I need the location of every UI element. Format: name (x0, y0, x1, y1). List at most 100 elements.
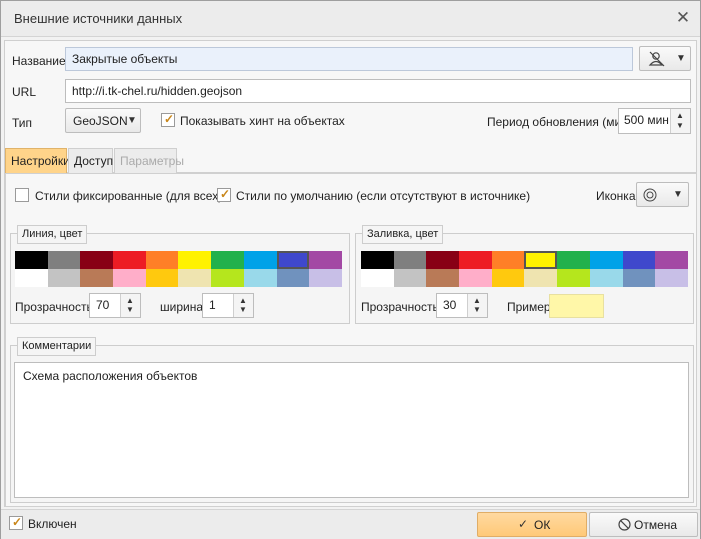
color-swatch[interactable] (145, 269, 179, 287)
color-swatch[interactable] (211, 251, 244, 269)
color-swatch[interactable] (459, 251, 492, 269)
arrow-up-icon[interactable]: ▲ (126, 297, 134, 305)
comments-title: Комментарии (17, 337, 97, 356)
user-slash-icon (648, 51, 665, 67)
color-swatch[interactable] (622, 269, 656, 287)
user-filter-button[interactable]: ▼ (639, 46, 691, 71)
type-select-value: GeoJSON (73, 114, 128, 128)
color-swatch[interactable] (178, 251, 212, 269)
name-input[interactable]: Закрытые объекты (65, 47, 633, 71)
check-icon: ✓ (12, 515, 23, 529)
color-swatch[interactable] (178, 269, 212, 287)
color-swatch[interactable] (145, 251, 179, 269)
check-icon: ✓ (220, 187, 231, 201)
color-swatch[interactable] (426, 251, 460, 269)
arrow-down-icon[interactable]: ▼ (676, 122, 684, 130)
color-swatch[interactable] (524, 269, 558, 287)
line-color-title: Линия, цвет (17, 225, 88, 244)
color-swatch[interactable] (211, 269, 244, 287)
enabled-label: Включен (28, 517, 77, 531)
tab-settings[interactable]: Настройки (5, 148, 70, 173)
color-swatch[interactable] (393, 251, 427, 269)
fill-opacity-stepper[interactable]: 30 ▲ ▼ (436, 293, 488, 318)
tab-access[interactable]: Доступ (68, 148, 113, 173)
title-bar[interactable]: Внешние источники данных ✕ (1, 1, 700, 37)
color-swatch[interactable] (655, 251, 688, 269)
comments-textarea[interactable]: Схема расположения объектов (14, 362, 689, 498)
arrow-down-icon[interactable]: ▼ (126, 306, 134, 314)
fill-opacity-spin[interactable]: ▲ ▼ (467, 294, 487, 317)
color-swatch[interactable] (491, 251, 525, 269)
arrow-up-icon[interactable]: ▲ (239, 297, 247, 305)
color-swatch[interactable] (361, 269, 394, 287)
fill-color-palette (361, 251, 688, 287)
line-color-palette (15, 251, 342, 287)
color-swatch[interactable] (361, 251, 394, 269)
color-swatch[interactable] (524, 251, 558, 269)
fill-color-title: Заливка, цвет (362, 225, 444, 244)
color-swatch[interactable] (243, 251, 277, 269)
color-swatch[interactable] (589, 269, 623, 287)
color-swatch[interactable] (113, 251, 146, 269)
color-swatch[interactable] (47, 251, 81, 269)
ok-button-label: ОК (534, 518, 551, 532)
arrow-down-icon[interactable]: ▼ (473, 306, 481, 314)
show-hint-checkbox[interactable]: ✓ (161, 112, 175, 127)
line-opacity-stepper[interactable]: 70 ▲ ▼ (89, 293, 141, 318)
color-swatch[interactable] (15, 269, 48, 287)
color-swatch[interactable] (309, 251, 342, 269)
color-swatch[interactable] (655, 269, 688, 287)
cancel-button-label: Отмена (634, 518, 678, 532)
line-width-spin[interactable]: ▲ ▼ (233, 294, 253, 317)
url-input[interactable]: http://i.tk-chel.ru/hidden.geojson (65, 79, 691, 103)
arrow-up-icon[interactable]: ▲ (473, 297, 481, 305)
period-label: Период обновления (мин) (487, 115, 632, 129)
cancel-button[interactable]: Отмена (589, 512, 698, 537)
color-swatch[interactable] (276, 251, 310, 269)
color-swatch[interactable] (276, 269, 310, 287)
close-icon[interactable]: ✕ (675, 9, 691, 26)
arrow-down-icon[interactable]: ▼ (239, 306, 247, 314)
fill-sample-label: Пример (507, 300, 551, 314)
color-swatch[interactable] (243, 269, 277, 287)
dialog-window: Внешние источники данных ✕ Название Закр… (0, 0, 701, 539)
color-swatch[interactable] (393, 269, 427, 287)
enabled-checkbox[interactable]: ✓ (9, 515, 23, 530)
color-swatch[interactable] (47, 269, 81, 287)
period-spin[interactable]: ▲ ▼ (670, 109, 690, 133)
color-swatch[interactable] (80, 251, 114, 269)
color-swatch[interactable] (557, 269, 590, 287)
line-width-stepper[interactable]: 1 ▲ ▼ (202, 293, 254, 318)
fixed-styles-checkbox[interactable] (15, 188, 29, 202)
type-select[interactable]: GeoJSON ▼ (65, 108, 141, 133)
color-swatch[interactable] (557, 251, 590, 269)
color-swatch[interactable] (589, 251, 623, 269)
fill-opacity-value: 30 (443, 298, 457, 312)
default-styles-checkbox[interactable]: ✓ (217, 187, 231, 202)
color-swatch[interactable] (80, 269, 114, 287)
line-opacity-spin[interactable]: ▲ ▼ (120, 294, 140, 317)
icon-select[interactable]: ▼ (636, 182, 689, 207)
arrow-up-icon[interactable]: ▲ (676, 112, 684, 120)
color-swatch[interactable] (426, 269, 460, 287)
color-swatch[interactable] (15, 251, 48, 269)
icon-label: Иконка (596, 189, 636, 203)
color-swatch[interactable] (113, 269, 146, 287)
color-swatch[interactable] (622, 251, 656, 269)
color-swatch[interactable] (491, 269, 525, 287)
line-opacity-label: Прозрачность (15, 300, 93, 314)
default-styles-label: Стили по умолчанию (если отсутствуют в и… (236, 189, 531, 203)
period-stepper[interactable]: 500 мин ▲ ▼ (618, 108, 691, 134)
period-value: 500 мин (624, 113, 669, 127)
ok-button[interactable]: ✓ ОК (477, 512, 587, 537)
fill-sample-swatch (549, 294, 604, 318)
fill-opacity-label: Прозрачность (361, 300, 439, 314)
color-swatch[interactable] (309, 269, 342, 287)
type-label: Тип (12, 116, 33, 130)
check-icon: ✓ (518, 517, 529, 531)
tab-parameters[interactable]: Параметры (114, 148, 184, 173)
line-width-value: 1 (209, 298, 216, 312)
target-circle-icon (643, 188, 657, 202)
comments-text: Схема расположения объектов (23, 369, 198, 383)
color-swatch[interactable] (459, 269, 492, 287)
